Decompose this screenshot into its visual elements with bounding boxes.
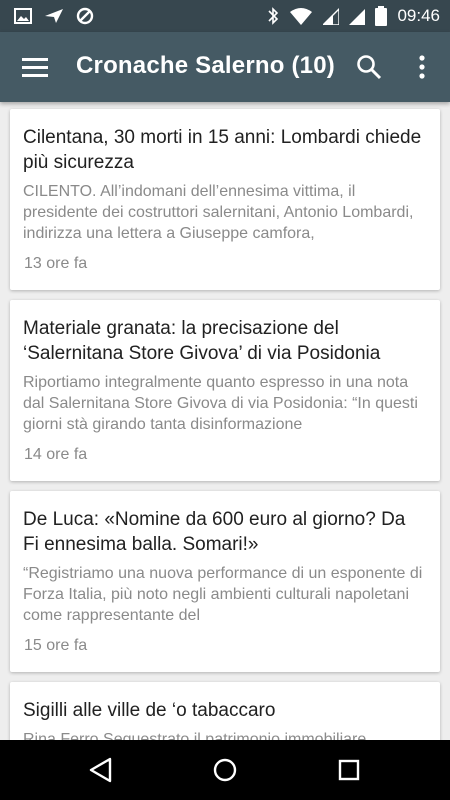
send-icon xyxy=(45,9,63,23)
status-left-icons xyxy=(14,7,94,25)
back-triangle-icon[interactable] xyxy=(86,756,116,784)
news-feed[interactable]: Cilentana, 30 morti in 15 anni: Lombardi… xyxy=(0,102,450,740)
news-headline: Cilentana, 30 morti in 15 anni: Lombardi… xyxy=(23,127,422,173)
hamburger-menu-icon[interactable] xyxy=(22,56,48,78)
signal-icon xyxy=(349,9,366,25)
status-bar: 09:46 xyxy=(0,0,450,32)
news-snippet: “Registriamo una nuova performance di un… xyxy=(23,565,423,624)
signal-icon xyxy=(323,8,340,25)
image-icon xyxy=(14,8,32,24)
status-time: 09:46 xyxy=(397,6,440,25)
more-vert-icon[interactable] xyxy=(412,54,432,80)
news-snippet: Rina Ferro Sequestrato il patrimonio imm… xyxy=(23,731,367,740)
news-card[interactable]: Sigilli alle ville de ‘o tabaccaro Rina … xyxy=(10,682,440,740)
battery-icon xyxy=(375,6,388,26)
bluetooth-icon xyxy=(268,7,279,25)
news-time: 13 ore fa xyxy=(24,255,88,272)
recents-square-icon[interactable] xyxy=(334,756,364,784)
status-right-icons: 09:46 xyxy=(267,6,440,26)
search-icon[interactable] xyxy=(356,54,382,80)
system-nav-bar xyxy=(0,740,450,800)
blocked-icon xyxy=(76,7,94,25)
news-time: 15 ore fa xyxy=(24,637,88,654)
news-card[interactable]: De Luca: «Nomine da 600 euro al giorno? … xyxy=(10,491,440,672)
news-snippet: CILENTO. All’indomani dell’ennesima vitt… xyxy=(23,183,414,242)
news-card[interactable]: Cilentana, 30 morti in 15 anni: Lombardi… xyxy=(10,109,440,290)
wifi-icon xyxy=(290,8,313,25)
home-circle-icon[interactable] xyxy=(210,756,240,784)
news-headline: Sigilli alle ville de ‘o tabaccaro xyxy=(23,700,276,721)
news-card[interactable]: Materiale granata: la precisazione del ‘… xyxy=(10,300,440,481)
news-headline: De Luca: «Nomine da 600 euro al giorno? … xyxy=(23,509,406,555)
news-headline: Materiale granata: la precisazione del ‘… xyxy=(23,318,381,364)
news-snippet: Riportiamo integralmente quanto espresso… xyxy=(23,374,418,433)
app-toolbar: Cronache Salerno (10) xyxy=(0,32,450,102)
news-time: 14 ore fa xyxy=(24,446,88,463)
page-title: Cronache Salerno (10) xyxy=(76,52,335,79)
